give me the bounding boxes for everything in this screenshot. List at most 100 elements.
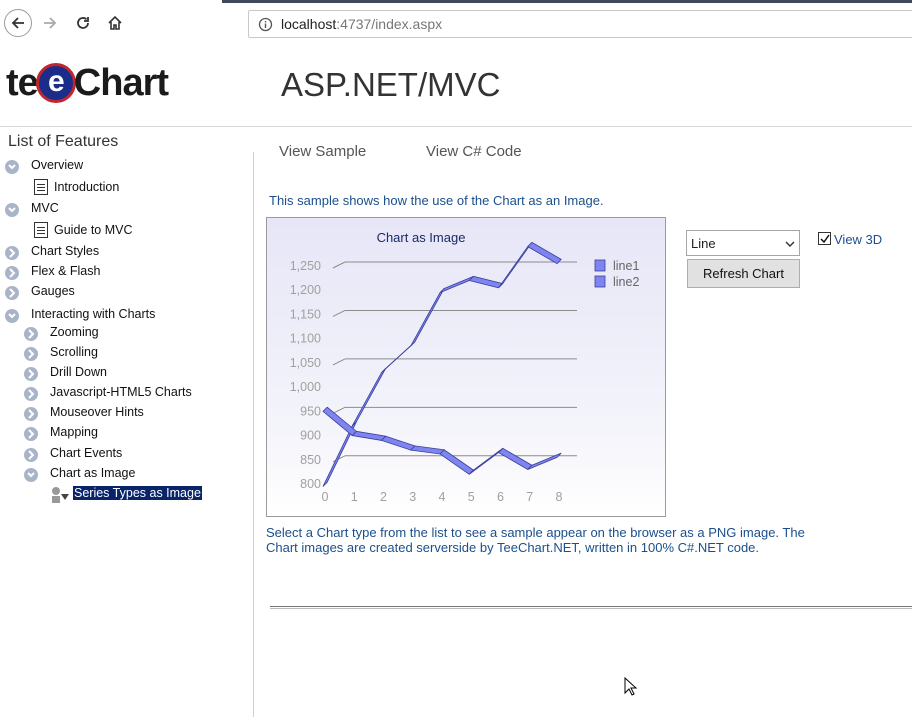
forward-arrow-icon	[42, 15, 58, 31]
chart-type-help-text: Select a Chart type from the list to see…	[266, 525, 805, 555]
checkmark-icon	[820, 234, 830, 244]
series-line1-segment	[468, 275, 504, 289]
mouse-cursor-icon	[624, 676, 638, 702]
series-line2-segment	[322, 406, 358, 437]
series-line2-segment	[351, 430, 387, 441]
sidebar-item-label[interactable]: Mouseover Hints	[50, 405, 144, 419]
sample-description: This sample shows how the use of the Cha…	[269, 193, 604, 208]
back-button[interactable]	[4, 9, 32, 37]
selected-node-icon[interactable]	[51, 487, 71, 508]
sidebar-item-label[interactable]: MVC	[31, 201, 59, 215]
sidebar-divider	[253, 152, 254, 717]
y-tick-label: 850	[300, 453, 321, 467]
view3d-checkbox[interactable]	[818, 232, 831, 245]
grid-line-depth	[332, 261, 346, 269]
sidebar-item-label[interactable]: Javascript-HTML5 Charts	[50, 385, 192, 399]
y-tick-label: 1,100	[290, 332, 321, 346]
chevron-right-icon[interactable]	[24, 387, 38, 401]
sidebar-item-label[interactable]: Chart Styles	[31, 244, 99, 258]
logo-e-badge: e	[38, 66, 73, 100]
refresh-chart-button[interactable]: Refresh Chart	[687, 259, 800, 288]
x-tick-label: 1	[351, 490, 358, 504]
series-line1-segment	[410, 288, 445, 347]
sidebar-item-label[interactable]: Mapping	[50, 425, 98, 439]
x-tick-label: 8	[556, 490, 563, 504]
chart-svg: Chart as Image8008509009501,0001,0501,10…	[290, 230, 640, 504]
y-tick-label: 1,200	[290, 283, 321, 297]
sidebar-item-label[interactable]: Chart Events	[50, 446, 122, 460]
chart-type-value: Line	[691, 236, 716, 251]
y-tick-label: 1,000	[290, 380, 321, 394]
x-tick-label: 4	[439, 490, 446, 504]
x-tick-label: 0	[322, 490, 329, 504]
legend-swatch	[594, 275, 606, 288]
sidebar-item-label[interactable]: Interacting with Charts	[31, 307, 155, 321]
sidebar-item-label[interactable]: Flex & Flash	[31, 264, 100, 278]
logo-te: te	[6, 62, 39, 104]
y-tick-label: 1,150	[290, 307, 321, 321]
tab-view-sample[interactable]: View Sample	[279, 143, 366, 160]
sidebar-item-label[interactable]: Overview	[31, 158, 83, 172]
home-button[interactable]	[101, 9, 129, 37]
series-line2-segment	[497, 447, 533, 470]
chevron-right-icon[interactable]	[24, 327, 38, 341]
tab-view-code[interactable]: View C# Code	[426, 143, 522, 160]
chevron-right-icon[interactable]	[24, 347, 38, 361]
expanded-node-icon[interactable]	[5, 160, 19, 174]
series-line1-segment	[527, 241, 562, 265]
series-line1-segment	[351, 368, 387, 427]
teechart-logo[interactable]: te e Chart	[6, 62, 169, 105]
chevron-right-icon[interactable]	[24, 407, 38, 421]
sidebar-item-label[interactable]: Zooming	[50, 325, 99, 339]
view3d-label[interactable]: View 3D	[834, 232, 882, 247]
series-line1-segment	[498, 242, 533, 289]
legend-label: line1	[613, 259, 639, 273]
home-icon	[107, 15, 123, 31]
expanded-node-icon[interactable]	[24, 468, 38, 482]
grid-line-depth	[332, 309, 346, 317]
chevron-right-icon[interactable]	[24, 448, 38, 462]
series-line2-segment	[439, 449, 475, 475]
x-tick-label: 2	[380, 490, 387, 504]
sidebar-item-label[interactable]: Gauges	[31, 284, 75, 298]
page-title: ASP.NET/MVC	[281, 66, 501, 103]
y-tick-label: 900	[300, 429, 321, 443]
chevron-right-icon[interactable]	[24, 367, 38, 381]
sidebar-item-label[interactable]: Series Types as Image	[73, 486, 202, 500]
horizontal-rule	[270, 606, 912, 609]
y-tick-label: 800	[300, 477, 321, 491]
info-icon[interactable]	[258, 17, 273, 37]
reload-icon	[75, 15, 91, 31]
sidebar-item-label[interactable]: Chart as Image	[50, 466, 135, 480]
sidebar-item-label[interactable]: Guide to MVC	[54, 223, 133, 237]
sidebar-item-label[interactable]: Drill Down	[50, 365, 107, 379]
document-icon[interactable]	[34, 222, 48, 238]
chevron-right-icon[interactable]	[5, 266, 19, 280]
forward-button[interactable]	[36, 9, 64, 37]
document-icon[interactable]	[34, 179, 48, 195]
y-tick-label: 1,250	[290, 259, 321, 273]
series-line1-segment	[381, 341, 416, 373]
grid-line-depth	[332, 358, 346, 366]
header-divider	[0, 126, 912, 127]
grid-line-depth	[332, 406, 346, 414]
address-bar[interactable]: localhost:4737/index.aspx	[248, 10, 912, 38]
browser-top-strip	[222, 0, 912, 3]
chevron-right-icon[interactable]	[24, 427, 38, 441]
chart-type-select[interactable]: Line	[686, 230, 800, 256]
series-line2-segment	[468, 447, 503, 475]
legend-label: line2	[613, 275, 639, 289]
back-arrow-icon	[10, 15, 26, 31]
chevron-right-icon[interactable]	[5, 286, 19, 300]
sidebar-item-label[interactable]: Introduction	[54, 180, 119, 194]
url-host: localhost	[281, 16, 337, 32]
chevron-right-icon[interactable]	[5, 246, 19, 260]
legend-swatch	[594, 259, 606, 272]
expanded-node-icon[interactable]	[5, 203, 19, 217]
reload-button[interactable]	[69, 9, 97, 37]
chevron-down-icon	[785, 241, 795, 247]
series-line2-segment	[409, 445, 446, 455]
expanded-node-icon[interactable]	[5, 309, 19, 323]
sidebar-item-label[interactable]: Scrolling	[50, 345, 98, 359]
url-text: localhost:4737/index.aspx	[281, 16, 442, 32]
